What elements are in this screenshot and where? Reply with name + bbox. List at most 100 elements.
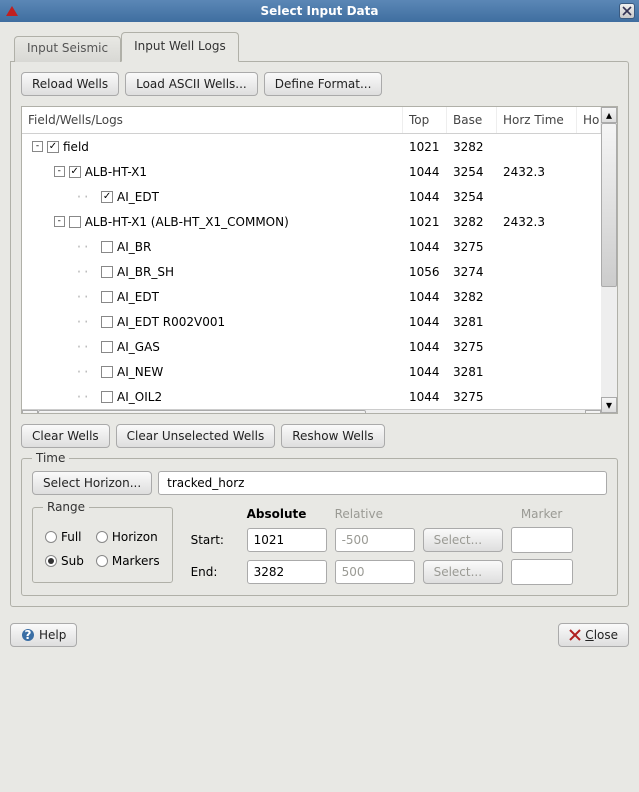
cell-base: 3275 bbox=[447, 340, 497, 354]
load-ascii-wells-button[interactable]: Load ASCII Wells... bbox=[125, 72, 258, 96]
col-header-horz-time[interactable]: Horz Time bbox=[497, 107, 577, 133]
tab-label: Input Well Logs bbox=[134, 39, 226, 53]
start-relative-input: -500 bbox=[335, 528, 415, 552]
button-label: Clear Unselected Wells bbox=[127, 429, 265, 443]
tree-row[interactable]: - ALB-HT-X1 (ALB-HT_X1_COMMON) 1021328224… bbox=[22, 209, 601, 234]
radio-label: Horizon bbox=[112, 530, 158, 544]
button-label: Reload Wells bbox=[32, 77, 108, 91]
tree-row[interactable]: ·· AI_OIL210443275 bbox=[22, 384, 601, 409]
close-icon bbox=[569, 629, 581, 641]
tab-input-seismic[interactable]: Input Seismic bbox=[14, 36, 121, 62]
tree-checkbox[interactable] bbox=[69, 216, 81, 228]
range-group-title: Range bbox=[43, 500, 89, 514]
start-absolute-input[interactable]: 1021 bbox=[247, 528, 327, 552]
start-marker-field bbox=[511, 527, 573, 553]
scroll-right-arrow[interactable]: ▸ bbox=[585, 410, 601, 413]
tree-checkbox[interactable] bbox=[47, 141, 59, 153]
cell-base: 3281 bbox=[447, 365, 497, 379]
col-relative: Relative bbox=[335, 507, 415, 521]
tree-checkbox[interactable] bbox=[101, 366, 113, 378]
define-format-button[interactable]: Define Format... bbox=[264, 72, 383, 96]
tree-row[interactable]: - field10213282 bbox=[22, 134, 601, 159]
cell-base: 3254 bbox=[447, 165, 497, 179]
button-label: Reshow Wells bbox=[292, 429, 373, 443]
tree-checkbox[interactable] bbox=[101, 341, 113, 353]
tree-item-label: AI_EDT R002V001 bbox=[117, 315, 225, 329]
scroll-left-arrow[interactable]: ◂ bbox=[22, 410, 38, 413]
reload-wells-button[interactable]: Reload Wells bbox=[21, 72, 119, 96]
start-marker-select-button: Select... bbox=[423, 528, 503, 552]
start-end-grid: Absolute Relative Marker Start: 1021 -50… bbox=[191, 507, 607, 585]
tree-row[interactable]: ·· AI_EDT10443282 bbox=[22, 284, 601, 309]
tree-row[interactable]: ·· AI_BR10443275 bbox=[22, 234, 601, 259]
end-absolute-input[interactable]: 3282 bbox=[247, 560, 327, 584]
button-label: Clear Wells bbox=[32, 429, 99, 443]
cell-top: 1044 bbox=[403, 290, 447, 304]
col-header-name[interactable]: Field/Wells/Logs bbox=[22, 107, 403, 133]
vertical-scrollbar[interactable]: ▴ ▾ bbox=[601, 107, 617, 413]
col-header-extra[interactable]: Ho bbox=[577, 107, 601, 133]
col-header-top[interactable]: Top bbox=[403, 107, 447, 133]
tree-row[interactable]: ·· AI_GAS10443275 bbox=[22, 334, 601, 359]
col-absolute: Absolute bbox=[247, 507, 327, 521]
input-value: tracked_horz bbox=[167, 476, 244, 490]
range-sub-radio[interactable]: Sub bbox=[45, 554, 84, 568]
close-button[interactable]: Close bbox=[558, 623, 629, 647]
col-marker: Marker bbox=[511, 507, 573, 521]
tree-item-label: field bbox=[63, 140, 89, 154]
tree-item-label: ALB-HT-X1 bbox=[85, 165, 147, 179]
cell-top: 1044 bbox=[403, 240, 447, 254]
range-horizon-radio[interactable]: Horizon bbox=[96, 530, 160, 544]
tree-row[interactable]: ·· AI_EDT R002V00110443281 bbox=[22, 309, 601, 334]
help-button[interactable]: ? Help bbox=[10, 623, 77, 647]
reshow-wells-button[interactable]: Reshow Wells bbox=[281, 424, 384, 448]
range-markers-radio[interactable]: Markers bbox=[96, 554, 160, 568]
cell-base: 3275 bbox=[447, 390, 497, 404]
window-close-button[interactable] bbox=[619, 3, 635, 19]
tree-checkbox[interactable] bbox=[101, 316, 113, 328]
cell-top: 1044 bbox=[403, 165, 447, 179]
tree-checkbox[interactable] bbox=[101, 291, 113, 303]
tree-checkbox[interactable] bbox=[101, 266, 113, 278]
tree-row[interactable]: ·· AI_NEW10443281 bbox=[22, 359, 601, 384]
tabs: Input Seismic Input Well Logs Reload Wel… bbox=[10, 32, 629, 607]
input-value: 3282 bbox=[254, 565, 285, 579]
expander-icon[interactable]: - bbox=[54, 166, 65, 177]
horizon-name-field[interactable]: tracked_horz bbox=[158, 471, 607, 495]
range-full-radio[interactable]: Full bbox=[45, 530, 84, 544]
cell-top: 1044 bbox=[403, 315, 447, 329]
tree-item-label: AI_OIL2 bbox=[117, 390, 162, 404]
scroll-down-arrow[interactable]: ▾ bbox=[601, 397, 617, 413]
tree-checkbox[interactable] bbox=[69, 166, 81, 178]
cell-base: 3282 bbox=[447, 215, 497, 229]
tab-label: Input Seismic bbox=[27, 41, 108, 55]
end-marker-field bbox=[511, 559, 573, 585]
button-label: Help bbox=[39, 628, 66, 642]
tree-row[interactable]: ·· AI_BR_SH10563274 bbox=[22, 259, 601, 284]
cell-base: 3274 bbox=[447, 265, 497, 279]
button-label: Define Format... bbox=[275, 77, 372, 91]
tree-row[interactable]: ·· AI_EDT10443254 bbox=[22, 184, 601, 209]
expander-icon[interactable]: - bbox=[54, 216, 65, 227]
expander-icon[interactable]: - bbox=[32, 141, 43, 152]
tab-input-well-logs[interactable]: Input Well Logs bbox=[121, 32, 239, 62]
clear-wells-button[interactable]: Clear Wells bbox=[21, 424, 110, 448]
tree-item-label: AI_BR bbox=[117, 240, 151, 254]
cell-top: 1021 bbox=[403, 215, 447, 229]
col-header-base[interactable]: Base bbox=[447, 107, 497, 133]
end-marker-select-button: Select... bbox=[423, 560, 503, 584]
scroll-up-arrow[interactable]: ▴ bbox=[601, 107, 617, 123]
tree-row[interactable]: - ALB-HT-X1104432542432.3 bbox=[22, 159, 601, 184]
cell-top: 1044 bbox=[403, 340, 447, 354]
tree-checkbox[interactable] bbox=[101, 191, 113, 203]
help-icon: ? bbox=[21, 628, 35, 642]
cell-horz: 2432.3 bbox=[497, 215, 577, 229]
clear-unselected-wells-button[interactable]: Clear Unselected Wells bbox=[116, 424, 276, 448]
tree-checkbox[interactable] bbox=[101, 241, 113, 253]
tree-item-label: ALB-HT-X1 (ALB-HT_X1_COMMON) bbox=[85, 215, 289, 229]
select-horizon-button[interactable]: Select Horizon... bbox=[32, 471, 152, 495]
cell-top: 1021 bbox=[403, 140, 447, 154]
cell-base: 3281 bbox=[447, 315, 497, 329]
tree-checkbox[interactable] bbox=[101, 391, 113, 403]
horizontal-scrollbar[interactable]: ◂ ▸ bbox=[22, 409, 601, 413]
